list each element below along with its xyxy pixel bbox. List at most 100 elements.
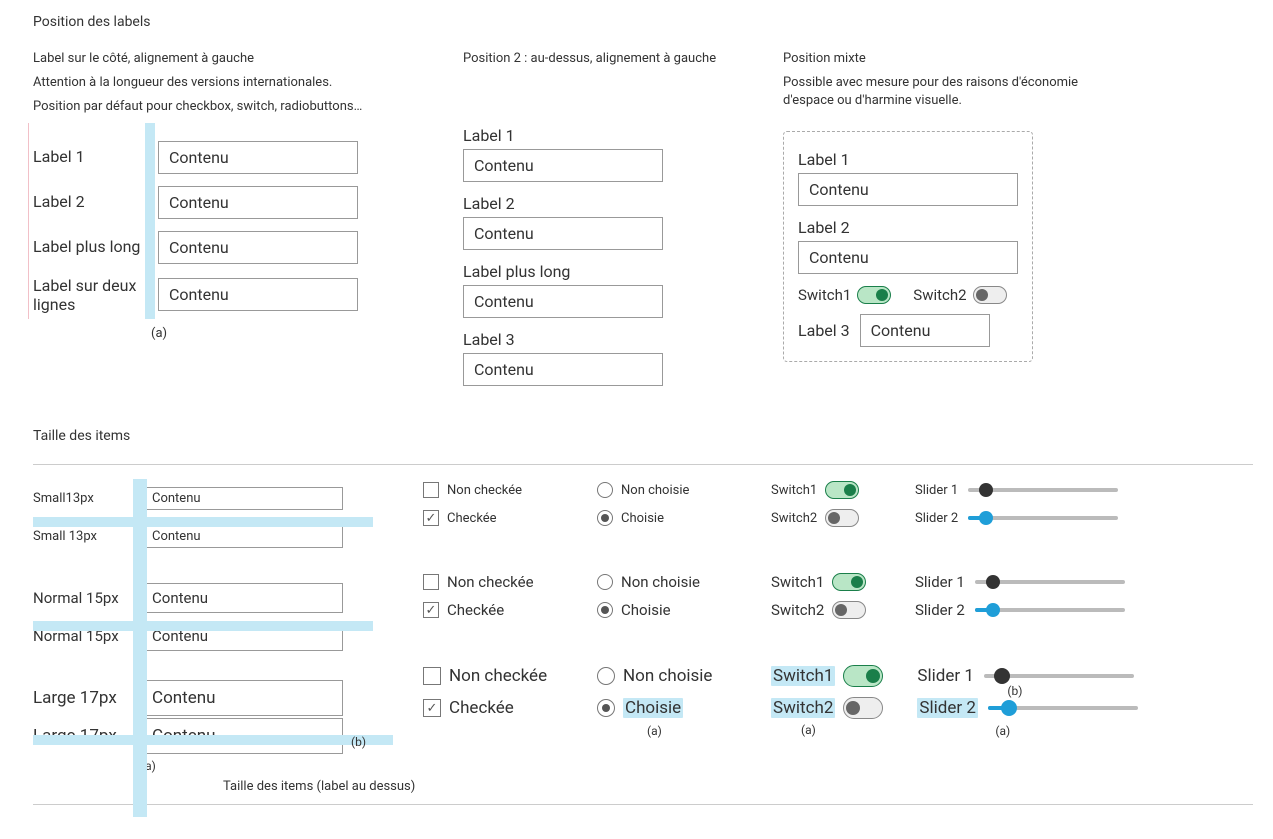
slider-label: Slider 1 (915, 483, 958, 498)
slider-track[interactable] (975, 580, 1125, 584)
radio[interactable] (597, 699, 615, 717)
size-row-large: Large 17px Contenu (33, 679, 373, 717)
field-input[interactable]: Contenu (798, 241, 1018, 274)
radio[interactable] (597, 482, 613, 498)
cyan-guide (145, 123, 155, 319)
field-label: Large 17px (33, 688, 143, 708)
field-input[interactable]: Contenu (158, 141, 358, 174)
field-input[interactable]: Contenu (143, 487, 343, 510)
field-input[interactable]: Contenu (158, 186, 358, 219)
field-input[interactable]: Contenu (463, 217, 663, 250)
field-label: Label 3 (463, 330, 723, 349)
switch-toggle[interactable] (825, 481, 859, 499)
section-title-2: Taille des items (33, 428, 1253, 444)
slider-label: Slider 2 (915, 511, 958, 526)
radio-label: Choisie (621, 601, 671, 619)
above-field: Label 2 Contenu (798, 218, 1018, 274)
checkbox-label: Non checkée (447, 483, 522, 498)
cyan-guide (33, 517, 373, 527)
controls-row-large: Checkée Choisie (a) Switch2 (a) Sli (423, 697, 1253, 719)
controls-row-small: Checkée Choisie Switch2 Slider 2 (423, 509, 1253, 527)
controls-row-large: Non checkée Non choisie Switch1 Slider 1… (423, 665, 1253, 687)
field-input[interactable]: Contenu (143, 525, 343, 548)
slider-label: Slider 1 (915, 573, 965, 591)
slider-track[interactable] (968, 516, 1118, 520)
checkbox[interactable] (423, 602, 439, 618)
footer-caption: Taille des items (label au dessus) (223, 779, 1253, 794)
checkbox[interactable] (423, 699, 441, 717)
field-row: Label 2 Contenu (33, 186, 403, 219)
switch-label: Switch1 (771, 666, 835, 686)
pink-guide (28, 123, 29, 319)
field-input[interactable]: Contenu (463, 149, 663, 182)
cyan-guide (33, 621, 373, 631)
radio[interactable] (597, 574, 613, 590)
slider-label: Slider 2 (917, 698, 978, 718)
field-label: Label 1 (33, 147, 158, 166)
col1-sub3: Position par défaut pour checkbox, switc… (33, 98, 403, 116)
switch-toggle[interactable] (843, 697, 883, 719)
above-field: Label plus long Contenu (463, 262, 723, 318)
field-input[interactable]: Contenu (143, 583, 343, 613)
switch-label: Switch2 (771, 511, 817, 526)
switch-label: Switch1 (771, 483, 817, 498)
col1-sub2: Attention à la longueur des versions int… (33, 74, 403, 92)
switch-label: Switch2 (771, 698, 835, 718)
controls-row-normal: Checkée Choisie Switch2 Slider 2 (423, 601, 1253, 619)
field-label: Label 2 (798, 218, 1018, 237)
switch-toggle[interactable] (825, 509, 859, 527)
annotation-a: (a) (801, 723, 816, 737)
slider-track[interactable] (984, 674, 1134, 678)
controls-row-small: Non checkée Non choisie Switch1 Slider 1 (423, 481, 1253, 499)
checkbox[interactable] (423, 482, 439, 498)
field-input[interactable]: Contenu (143, 680, 343, 716)
field-row: Label 1 Contenu (33, 141, 403, 174)
switch-toggle[interactable] (973, 286, 1007, 304)
switch-toggle[interactable] (832, 573, 866, 591)
col3-sub1: Position mixte (783, 50, 1093, 68)
field-input[interactable]: Contenu (463, 285, 663, 318)
mixed-panel: Label 1 Contenu Label 2 Contenu Switch1 … (783, 131, 1033, 362)
slider-track[interactable] (988, 706, 1138, 710)
field-label: Label 1 (798, 150, 1018, 169)
field-input[interactable]: Contenu (860, 314, 990, 347)
col2-sub: Position 2 : au-dessus, alignement à gau… (463, 50, 723, 68)
above-field: Label 3 Contenu (463, 330, 723, 386)
size-row-small: Small13px Contenu (33, 479, 373, 517)
annotation-a: (a) (647, 724, 662, 738)
field-row: Label plus long Contenu (33, 231, 403, 264)
switch2-label: Switch2 (913, 286, 966, 304)
switch-label: Switch1 (771, 573, 824, 591)
size-row-normal: Normal 15px Contenu (33, 579, 373, 617)
field-input[interactable]: Contenu (158, 231, 358, 264)
field-label: Small13px (33, 491, 143, 506)
radio[interactable] (597, 510, 613, 526)
field-input[interactable]: Contenu (798, 173, 1018, 206)
checkbox[interactable] (423, 510, 439, 526)
above-field: Label 2 Contenu (463, 194, 723, 250)
radio[interactable] (597, 602, 613, 618)
checkbox-label: Checkée (447, 601, 504, 619)
slider-label: Slider 2 (915, 601, 965, 619)
slider-track[interactable] (968, 488, 1118, 492)
switch-toggle[interactable] (857, 286, 891, 304)
above-field: Label 1 Contenu (463, 126, 723, 182)
slider-label: Slider 1 (917, 666, 974, 686)
field-input[interactable]: Contenu (463, 353, 663, 386)
field-label: Small 13px (33, 529, 143, 544)
checkbox[interactable] (423, 574, 439, 590)
radio[interactable] (597, 667, 615, 685)
col-above-label: Position 2 : au-dessus, alignement à gau… (463, 50, 723, 398)
checkbox[interactable] (423, 667, 441, 685)
switch-toggle[interactable] (843, 665, 883, 687)
above-field: Label 1 Contenu (798, 150, 1018, 206)
slider-track[interactable] (975, 608, 1125, 612)
field-input[interactable]: Contenu (158, 278, 358, 311)
radio-label: Choisie (623, 698, 683, 718)
annotation-b: (b) (351, 735, 366, 749)
field-label: Label plus long (463, 262, 723, 281)
field-label: Label plus long (33, 237, 158, 256)
col1-sub1: Label sur le côté, alignement à gauche (33, 50, 403, 68)
switch-toggle[interactable] (832, 601, 866, 619)
col-side-label: Label sur le côté, alignement à gauche A… (33, 50, 403, 341)
